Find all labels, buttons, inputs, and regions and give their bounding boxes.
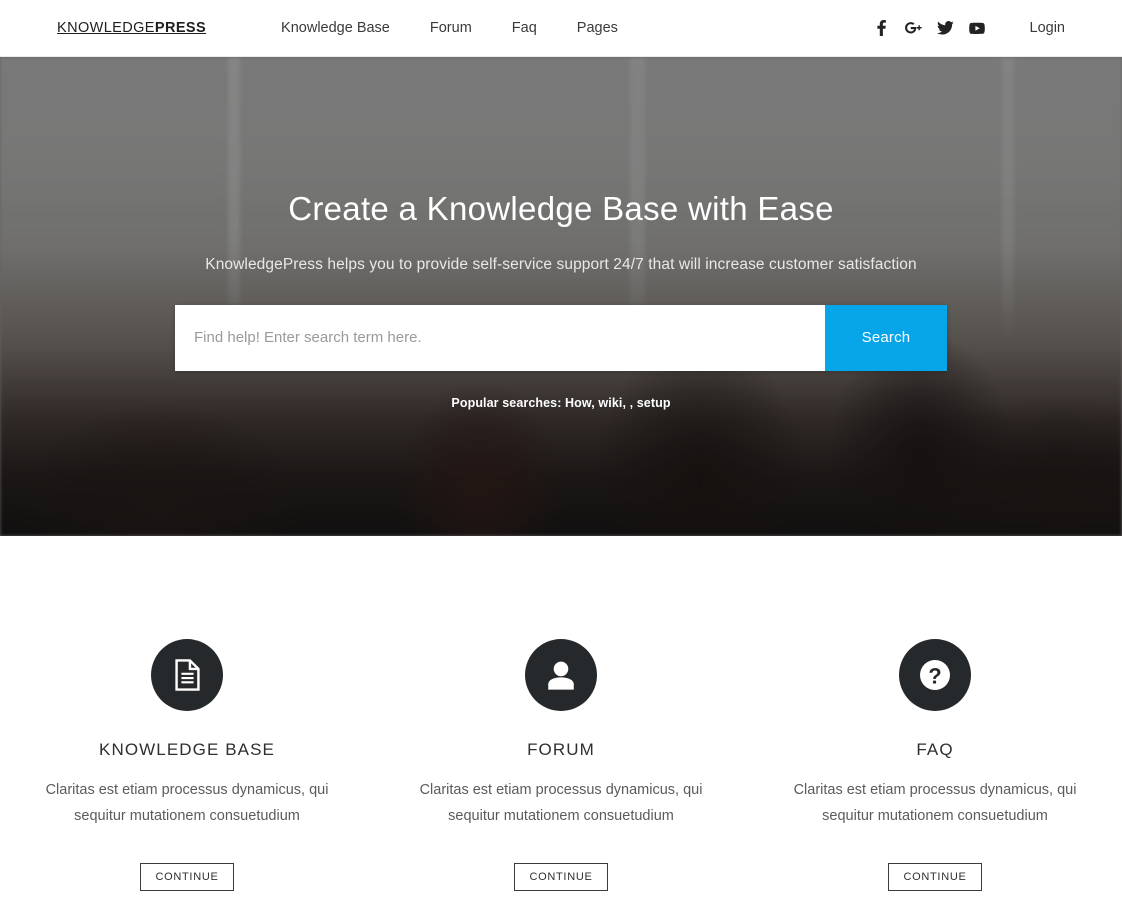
nav-item-faq[interactable]: Faq <box>512 20 537 36</box>
youtube-icon[interactable] <box>969 20 986 37</box>
feature-description: Claritas est etiam processus dynamicus, … <box>793 782 1077 825</box>
social-links <box>873 20 986 37</box>
document-icon <box>151 639 223 711</box>
site-header: KNOWLEDGE PRESS Knowledge Base Forum Faq … <box>0 0 1122 57</box>
question-mark-icon: ? <box>899 639 971 711</box>
feature-card-forum: FORUM Claritas est etiam processus dynam… <box>374 639 748 891</box>
continue-button[interactable]: CONTINUE <box>140 862 234 891</box>
hero-subtitle: KnowledgePress helps you to provide self… <box>205 255 917 273</box>
header-right-area: Login <box>873 20 1065 37</box>
hero-section: Create a Knowledge Base with Ease Knowle… <box>0 57 1122 536</box>
svg-text:?: ? <box>928 664 941 689</box>
features-section: KNOWLEDGE BASE Claritas est etiam proces… <box>0 536 1122 891</box>
feature-description: Claritas est etiam processus dynamicus, … <box>45 782 329 825</box>
feature-description: Claritas est etiam processus dynamicus, … <box>419 782 703 825</box>
feature-card-knowledge-base: KNOWLEDGE BASE Claritas est etiam proces… <box>0 639 374 891</box>
hero-search-bar: Search <box>175 304 947 371</box>
continue-button[interactable]: CONTINUE <box>888 862 982 891</box>
search-button[interactable]: Search <box>825 304 947 371</box>
nav-item-knowledge-base[interactable]: Knowledge Base <box>281 20 390 36</box>
feature-title: FORUM <box>527 740 595 759</box>
nav-item-forum[interactable]: Forum <box>430 20 472 36</box>
feature-title: FAQ <box>916 740 954 759</box>
site-logo[interactable]: KNOWLEDGE PRESS <box>57 20 206 36</box>
feature-title: KNOWLEDGE BASE <box>99 740 275 759</box>
twitter-icon[interactable] <box>936 20 954 37</box>
feature-card-faq: ? FAQ Claritas est etiam processus dynam… <box>748 639 1122 891</box>
login-link[interactable]: Login <box>1030 20 1065 36</box>
nav-item-pages[interactable]: Pages <box>577 20 618 36</box>
facebook-icon[interactable] <box>873 20 890 37</box>
google-plus-icon[interactable] <box>904 20 922 37</box>
search-input[interactable] <box>175 304 825 371</box>
continue-button[interactable]: CONTINUE <box>514 862 608 891</box>
hero-title: Create a Knowledge Base with Ease <box>288 190 834 227</box>
main-navigation: Knowledge Base Forum Faq Pages <box>281 20 618 36</box>
popular-searches: Popular searches: How, wiki, , setup <box>451 395 671 410</box>
user-icon <box>525 639 597 711</box>
logo-text-light: KNOWLEDGE <box>57 20 155 36</box>
logo-text-bold: PRESS <box>154 20 207 36</box>
